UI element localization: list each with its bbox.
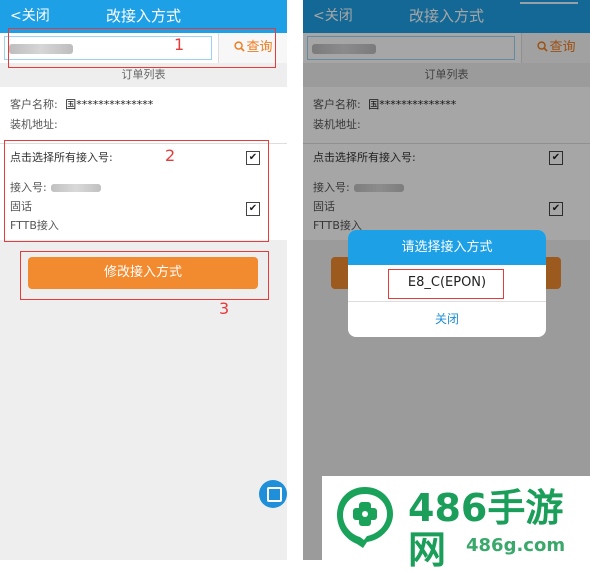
- customer-info: 客户名称: 国************** 装机地址:: [0, 87, 287, 143]
- customer-name-label: 客户名称:: [10, 98, 58, 111]
- screen-left: <关闭 改接入方式 查询 订单列表 客户名称: 国************** …: [0, 0, 287, 560]
- dialog-title: 请选择接入方式: [348, 230, 546, 265]
- annotation-box-2: [4, 140, 269, 242]
- annotation-box-option: [388, 269, 504, 299]
- annotation-number-1: 1: [174, 35, 185, 54]
- page-title: 改接入方式: [105, 7, 181, 25]
- floating-window-button[interactable]: [259, 480, 287, 508]
- install-address-label: 装机地址:: [10, 118, 58, 131]
- annotation-box-1: [8, 28, 276, 68]
- watermark-brand-text: 486手游网: [408, 486, 564, 572]
- access-method-dialog: 请选择接入方式 E8_C(EPON) 关闭: [348, 230, 546, 337]
- watermark-logo-icon: [337, 487, 393, 548]
- annotation-number-2: 2: [165, 146, 176, 165]
- annotation-box-3: [20, 251, 269, 300]
- window-icon: [267, 487, 282, 502]
- dialog-close-button[interactable]: 关闭: [348, 302, 546, 337]
- watermark-domain-text: 486g.com: [466, 535, 566, 556]
- annotation-number-3: 3: [219, 299, 230, 318]
- customer-name-value: 国**************: [65, 98, 154, 111]
